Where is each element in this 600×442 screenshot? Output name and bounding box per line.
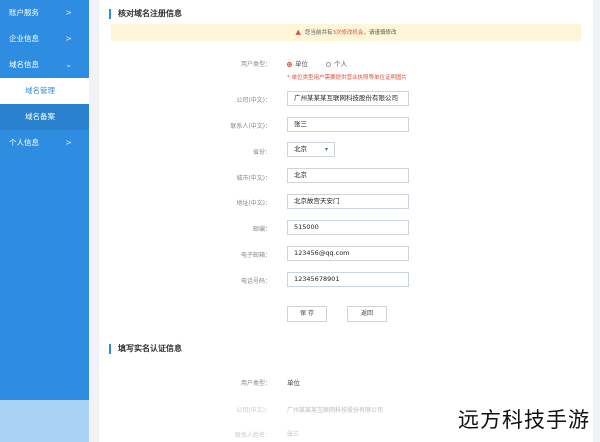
address-field[interactable]: 北京故宫天安门 [287, 194, 409, 209]
sidebar-item-label: 域名管理 [25, 86, 55, 95]
radio-checked-icon [287, 61, 292, 67]
contact-field[interactable]: 张三 [287, 117, 409, 132]
section-title-verify: 核对域名注册信息 [109, 9, 182, 19]
ro-user-type-label: 用户类型： [240, 380, 271, 387]
company-label: 公司(中文)： [236, 97, 271, 104]
sidebar-item-label: 企业信息 [9, 34, 39, 43]
warning-bar: ▲ 您当前共有3次修改机会，请谨慎修改 [111, 24, 581, 41]
warning-icon: ▲ [295, 28, 301, 36]
postcode-field[interactable]: 515000 [287, 220, 409, 235]
user-type-label: 用户类型： [240, 61, 271, 68]
ro-company-value: 广州某某某互联网科技股份有限公司 [287, 407, 384, 414]
phone-label: 电话号码： [240, 278, 271, 285]
city-label: 城市(中文)： [236, 175, 271, 182]
sidebar-item-domain-filing[interactable]: 域名备案 [0, 104, 89, 130]
chevron-right-icon: > [65, 8, 72, 17]
sidebar-item-label: 账户服务 [9, 8, 39, 17]
sidebar-footer [0, 400, 89, 442]
ro-user-type-value: 单位 [287, 379, 300, 387]
phone-field[interactable]: 12345678901 [287, 272, 409, 287]
sidebar-item-account-services[interactable]: 账户服务 > [0, 0, 89, 26]
chevron-right-icon: > [65, 138, 72, 147]
postcode-label: 邮编： [252, 226, 271, 233]
address-label: 地址(中文)： [236, 200, 271, 207]
sidebar-item-domain-management[interactable]: 域名管理 [0, 78, 89, 104]
sidebar-item-label: 域名信息 [9, 60, 39, 69]
user-type-hint: * 单位类型用户需要提供营业执照等单位证明图片 [287, 75, 407, 81]
watermark-text: 远方科技手游 [458, 408, 590, 432]
radio-option-personal[interactable]: 个人 [326, 60, 347, 68]
save-button[interactable]: 保 存 [287, 306, 327, 322]
sidebar-item-company-info[interactable]: 企业信息 > [0, 26, 89, 52]
chevron-down-icon: ⌄ [65, 60, 72, 69]
radio-option-label: 个人 [334, 60, 348, 68]
ro-contact-label: 联系人姓名： [234, 432, 271, 439]
email-label: 电子邮箱： [240, 252, 271, 259]
form-panel: 核对域名注册信息 ▲ 您当前共有3次修改机会，请谨慎修改 用户类型： 单位 个人 … [99, 0, 593, 442]
email-field[interactable]: 123456@qq.com [287, 246, 409, 261]
company-field[interactable]: 广州某某某互联网科技股份有限公司 [287, 91, 409, 106]
back-button[interactable]: 返回 [347, 306, 387, 322]
warning-prefix: 您当前共有 [304, 30, 333, 36]
ro-contact-value: 张三 [287, 431, 300, 438]
warning-suffix: ，请谨慎修改 [363, 30, 397, 36]
sidebar-item-label: 个人信息 [9, 138, 39, 147]
user-type-radio-group: 单位 个人 [287, 58, 363, 68]
radio-unchecked-icon [326, 61, 332, 67]
radio-option-company[interactable]: 单位 [287, 60, 308, 68]
sidebar-item-personal-info[interactable]: 个人信息 > [0, 130, 89, 156]
radio-option-label: 单位 [295, 60, 308, 68]
province-value: 北京 [294, 145, 307, 153]
sidebar-item-label: 域名备案 [25, 112, 55, 121]
sidebar: 账户服务 > 企业信息 > 域名信息 ⌄ 域名管理 域名备案 个人信息 > [0, 0, 89, 442]
province-select[interactable]: 北京 ▾ [287, 142, 335, 157]
app-window: 账户服务 > 企业信息 > 域名信息 ⌄ 域名管理 域名备案 个人信息 > 核对… [0, 0, 600, 442]
ro-company-label: 公司(中文)： [236, 407, 271, 414]
sidebar-item-domain-info[interactable]: 域名信息 ⌄ [0, 52, 89, 78]
main-content: 核对域名注册信息 ▲ 您当前共有3次修改机会，请谨慎修改 用户类型： 单位 个人 … [89, 0, 600, 442]
section-title-realname: 填写实名认证信息 [109, 344, 182, 354]
caret-down-icon: ▾ [324, 146, 328, 153]
city-field[interactable]: 北京 [287, 168, 409, 183]
chevron-right-icon: > [65, 34, 72, 43]
contact-label: 联系人(中文)： [230, 123, 271, 130]
warning-highlight: 3次修改机会 [332, 30, 364, 36]
province-label: 省份： [252, 149, 271, 156]
